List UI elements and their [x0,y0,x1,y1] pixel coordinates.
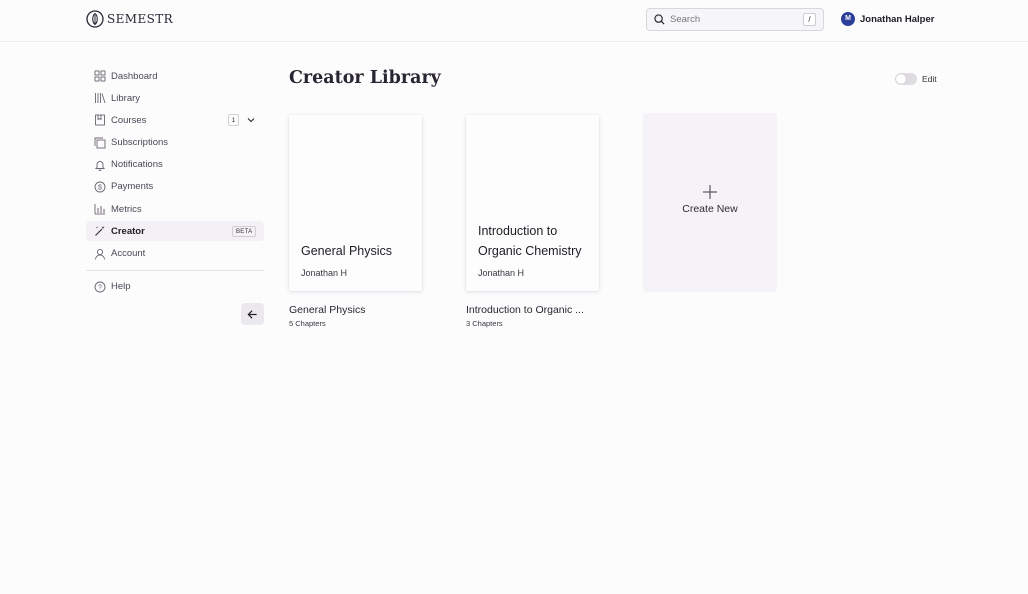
dollar-icon: $ [94,181,106,193]
collapse-sidebar-button[interactable] [241,303,264,325]
svg-text:?: ? [98,284,102,291]
edit-label: Edit [922,74,937,84]
library-icon [94,92,106,104]
courses-icon [94,114,106,126]
cover-title: Introduction to Organic Chemistry [478,224,582,258]
create-new-label: Create New [682,203,738,215]
sidebar-item-label: Creator [111,225,145,237]
course-cover[interactable]: Introduction to Organic Chemistry Jonath… [466,115,599,291]
plus-icon [703,185,717,199]
edit-switch[interactable] [895,73,917,85]
search-shortcut-key: / [803,13,816,26]
cover-author: Jonathan H [478,268,525,278]
sidebar-item-label: Account [111,248,146,259]
bell-icon [94,159,106,171]
sidebar-item-label: Notifications [111,159,163,171]
courses-count-badge: 1 [228,114,239,127]
sidebar-item-label: Help [111,281,131,292]
sidebar-item-label: Metrics [111,203,142,215]
course-card-general-physics: General Physics Jonathan H General Physi… [289,115,422,328]
sidebar-item-creator[interactable]: Creator BETA [86,221,264,242]
beta-badge: BETA [232,226,257,238]
logo[interactable]: SEMESTR [86,10,173,28]
edit-toggle[interactable]: Edit [895,73,937,85]
help-icon: ? [94,281,106,293]
course-caption[interactable]: Introduction to Organic ... [466,304,599,316]
magic-wand-icon [94,225,106,237]
subscriptions-icon [94,137,106,149]
logo-text: SEMESTR [107,12,174,26]
page-title: Creator Library [289,68,441,88]
course-card-organic-chemistry: Introduction to Organic Chemistry Jonath… [466,115,599,328]
sidebar-item-subscriptions[interactable]: Subscriptions [86,133,264,153]
course-chapters: 3 Chapters [466,319,503,328]
semestr-logo-icon [86,10,104,28]
course-chapters: 5 Chapters [289,319,326,328]
dashboard-icon [94,70,106,82]
sidebar-item-label: Dashboard [111,70,158,82]
user-name: Jonathan Halper [860,13,935,25]
search-icon [654,14,665,25]
sidebar-item-label: Payments [111,181,154,193]
svg-text:$: $ [98,184,102,191]
search-bar[interactable]: / [646,8,824,31]
sidebar-item-label: Library [111,92,141,104]
sidebar: Dashboard Library Courses 1 Subscription… [86,66,264,325]
avatar: M [841,12,855,26]
sidebar-item-metrics[interactable]: Metrics [86,199,264,219]
course-cover[interactable]: General Physics Jonathan H [289,115,422,291]
top-bar: SEMESTR / M Jonathan Halper [0,0,1028,42]
sidebar-item-dashboard[interactable]: Dashboard [86,66,264,86]
search-input[interactable] [670,14,800,25]
arrow-left-icon [247,309,257,319]
bar-chart-icon [94,203,106,215]
sidebar-divider [86,269,264,271]
sidebar-item-library[interactable]: Library [86,88,264,108]
cover-title: General Physics [301,243,393,258]
sidebar-item-label: Subscriptions [111,137,169,149]
sidebar-item-courses[interactable]: Courses 1 [86,110,264,130]
sidebar-item-label: Courses [111,114,147,126]
user-menu[interactable]: M Jonathan Halper [841,12,934,26]
create-new-button[interactable]: Create New [643,113,777,292]
chevron-down-icon[interactable] [246,115,256,125]
sidebar-item-help[interactable]: ? Help [86,277,264,297]
sidebar-item-payments[interactable]: $ Payments [86,177,264,197]
sidebar-item-notifications[interactable]: Notifications [86,155,264,175]
toggle-knob [896,74,906,84]
user-icon [94,248,106,260]
course-caption[interactable]: General Physics [289,304,422,316]
cover-author: Jonathan H [301,268,348,278]
sidebar-item-account[interactable]: Account [86,244,264,264]
